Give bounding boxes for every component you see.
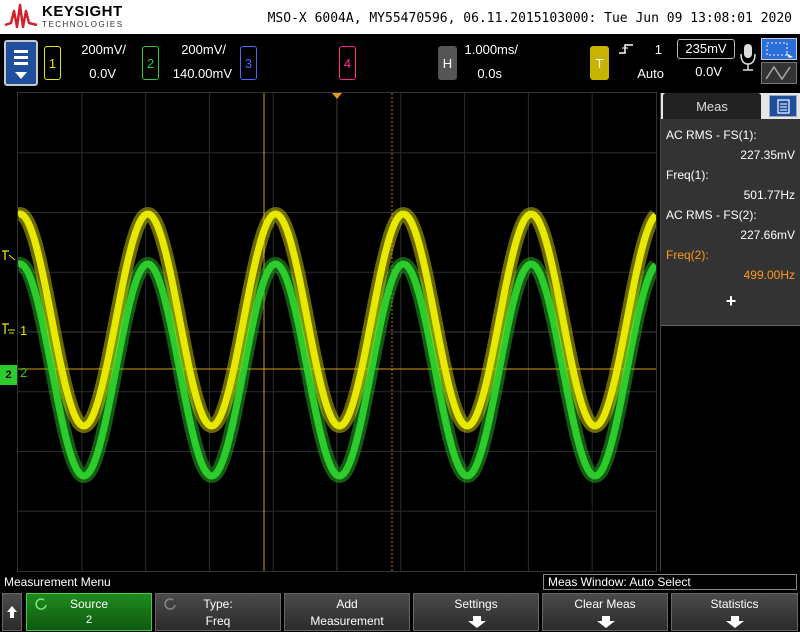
softkey-source-value: 2 <box>85 614 93 626</box>
channel-1-ref-label: 1 <box>20 323 28 338</box>
waveform-graticule <box>13 93 661 571</box>
measurement-value-selected: 499.00Hz <box>743 268 795 282</box>
add-measurement-plus[interactable]: + <box>661 291 800 312</box>
measurement-label: AC RMS - FS(1): <box>666 128 757 142</box>
measurement-list: AC RMS - FS(1): 227.35mV Freq(1): 501.77… <box>661 119 800 326</box>
softkey-clear-meas[interactable]: Clear Meas <box>542 593 668 631</box>
microphone-icon[interactable] <box>739 42 757 74</box>
waveform-display[interactable]: 1 2 <box>13 93 661 571</box>
left-marker-strip: 2 <box>0 93 18 571</box>
measurement-label-selected: Freq(2): <box>666 248 709 262</box>
menu-icon <box>14 50 28 79</box>
softkey-type-label: Type: <box>203 597 233 611</box>
softkey-source[interactable]: Source 2 <box>26 593 152 631</box>
measurement-value: 501.77Hz <box>743 188 795 202</box>
channel-2-ground-marker[interactable]: 2 <box>0 365 17 385</box>
channel-2-key[interactable]: 2 <box>142 46 159 80</box>
channel-3-number: 3 <box>244 55 253 71</box>
horizontal-delay[interactable]: 0.0s <box>460 66 502 81</box>
zoom-icon <box>765 65 791 81</box>
trigger-level-value: 0.0V <box>695 64 722 79</box>
zoom-select-button[interactable] <box>761 38 797 60</box>
panel-list-button[interactable] <box>769 95 797 117</box>
down-arrow-icon <box>468 616 486 628</box>
channel-1-offset[interactable]: 0.0V <box>64 66 116 81</box>
channel-2-number: 2 <box>146 55 155 71</box>
control-bar: 1 200mV/ 0.0V 2 200mV/ 140.00mV 3 4 H 1.… <box>0 34 800 92</box>
softkey-statistics-label: Statistics <box>710 597 759 611</box>
softkey-settings-label: Settings <box>454 597 498 611</box>
brand-subtitle: TECHNOLOGIES <box>42 20 124 29</box>
softkey-source-label: Source <box>69 597 109 611</box>
softkey-bar: Source 2 Type: Freq Add Measurement Sett… <box>0 592 800 632</box>
channel-3-key[interactable]: 3 <box>240 46 257 80</box>
status-bar: Measurement Menu Meas Window: Auto Selec… <box>0 573 800 592</box>
trigger-level-box[interactable]: 235mV <box>677 39 735 59</box>
channel-4-key[interactable]: 4 <box>339 46 356 80</box>
measurement-panel: Meas AC RMS - FS(1): 227.35mV Freq(1): 5… <box>660 93 800 571</box>
trigger-position-marker <box>332 93 342 99</box>
menu-title: Measurement Menu <box>4 575 111 589</box>
softkey-add-label: Add <box>336 597 358 611</box>
channel-2-scale[interactable]: 200mV/ <box>162 42 226 57</box>
channel-2-ground-badge: 2 <box>5 369 12 381</box>
main-menu-button[interactable] <box>4 40 38 86</box>
keysight-logo-icon <box>4 3 38 29</box>
channel-4-number: 4 <box>343 55 352 71</box>
brand-name: KEYSIGHT <box>42 3 123 20</box>
channel-2-offset[interactable]: 140.00mV <box>162 66 232 81</box>
back-button[interactable] <box>2 593 22 631</box>
channel-1-number: 1 <box>48 55 57 71</box>
measurement-label: AC RMS - FS(2): <box>666 208 757 222</box>
trigger-key-label: T <box>595 55 604 71</box>
tab-meas[interactable]: Meas <box>663 93 761 119</box>
header-bar: KEYSIGHT TECHNOLOGIES MSO-X 6004A, MY554… <box>0 0 800 34</box>
measurement-value: 227.35mV <box>740 148 795 162</box>
select-box-icon <box>766 42 793 58</box>
instrument-title: MSO-X 6004A, MY55470596, 06.11.201510300… <box>267 11 792 26</box>
down-arrow-icon <box>597 616 615 628</box>
softkey-statistics[interactable]: Statistics <box>671 593 798 631</box>
softkey-type-value: Freq <box>205 614 231 628</box>
up-arrow-icon <box>7 606 17 618</box>
zoom-pan-button[interactable] <box>761 62 797 84</box>
measurement-value: 227.66mV <box>740 228 795 242</box>
list-icon <box>777 99 790 114</box>
meas-window-status: Meas Window: Auto Select <box>543 574 797 590</box>
trigger-mode[interactable]: Auto <box>632 66 664 81</box>
trigger-source[interactable]: 1 <box>646 42 662 57</box>
channel-1-ground-icon[interactable] <box>1 322 17 336</box>
horizontal-scale[interactable]: 1.000ms/ <box>460 42 518 57</box>
horizontal-key[interactable]: H <box>438 46 457 80</box>
measurement-label: Freq(1): <box>666 168 709 182</box>
channel-1-scale[interactable]: 200mV/ <box>64 42 126 57</box>
softkey-type[interactable]: Type: Freq <box>155 593 281 631</box>
measurement-panel-header: Meas <box>661 93 800 119</box>
channel-1-key[interactable]: 1 <box>44 46 61 80</box>
softkey-settings[interactable]: Settings <box>413 593 539 631</box>
down-arrow-icon <box>726 616 744 628</box>
trigger-key[interactable]: T <box>590 46 609 80</box>
softkey-clear-label: Clear Meas <box>574 597 636 611</box>
channel-2-ref-label: 2 <box>20 365 28 380</box>
softkey-add-measurement[interactable]: Add Measurement <box>284 593 410 631</box>
trigger-edge-icon <box>619 44 633 54</box>
softkey-add-value: Measurement <box>310 614 384 628</box>
trigger-level-marker-icon[interactable] <box>1 248 17 262</box>
